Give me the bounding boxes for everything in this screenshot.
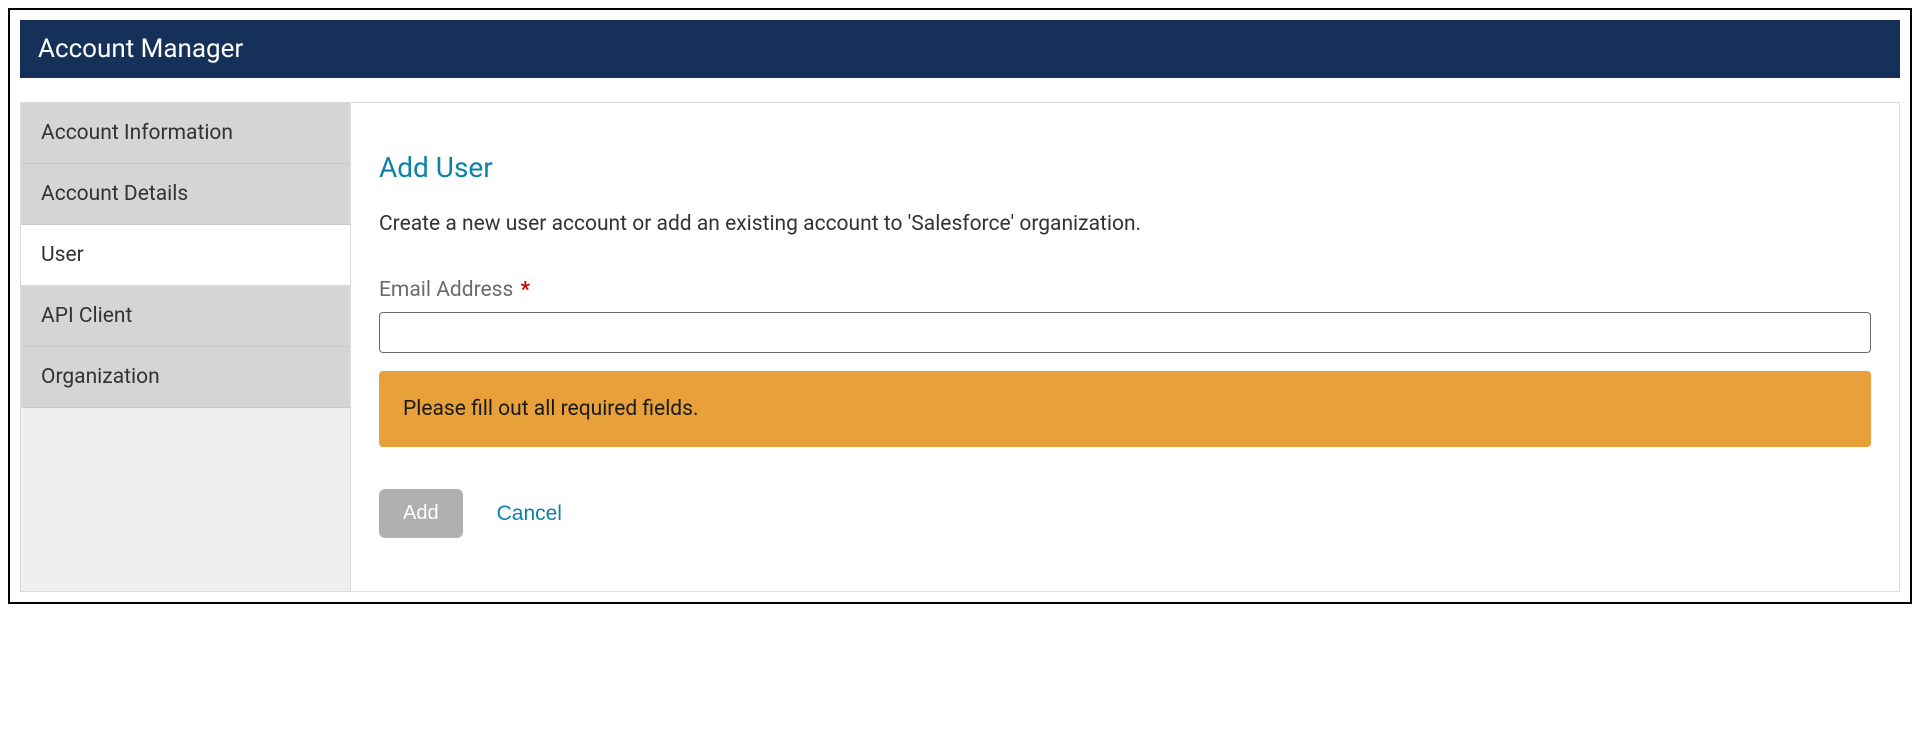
sidebar-item-label: Account Details xyxy=(41,182,188,206)
sidebar-item-account-information[interactable]: Account Information xyxy=(21,103,350,164)
sidebar-item-account-details[interactable]: Account Details xyxy=(21,164,350,225)
validation-alert: Please fill out all required fields. xyxy=(379,371,1871,447)
page-description: Create a new user account or add an exis… xyxy=(379,212,1871,236)
sidebar-item-organization[interactable]: Organization xyxy=(21,347,350,408)
add-button[interactable]: Add xyxy=(379,489,463,538)
alert-message: Please fill out all required fields. xyxy=(403,397,699,421)
email-field[interactable] xyxy=(379,312,1871,353)
email-label-text: Email Address xyxy=(379,278,513,302)
sidebar: Account Information Account Details User… xyxy=(21,103,351,591)
content-wrapper: Account Information Account Details User… xyxy=(20,102,1900,592)
sidebar-item-api-client[interactable]: API Client xyxy=(21,286,350,347)
sidebar-item-user[interactable]: User xyxy=(21,225,350,286)
sidebar-item-label: Organization xyxy=(41,365,160,389)
main-content: Add User Create a new user account or ad… xyxy=(351,103,1899,591)
sidebar-item-label: Account Information xyxy=(41,121,233,145)
email-label: Email Address * xyxy=(379,278,1871,302)
header-title: Account Manager xyxy=(38,34,243,64)
sidebar-item-label: API Client xyxy=(41,304,132,328)
page-title: Add User xyxy=(379,151,1871,184)
app-frame: Account Manager Account Information Acco… xyxy=(8,8,1912,604)
sidebar-item-label: User xyxy=(41,243,84,267)
button-row: Add Cancel xyxy=(379,489,1871,538)
header-bar: Account Manager xyxy=(20,20,1900,78)
cancel-button[interactable]: Cancel xyxy=(497,502,562,526)
required-asterisk: * xyxy=(521,278,531,302)
